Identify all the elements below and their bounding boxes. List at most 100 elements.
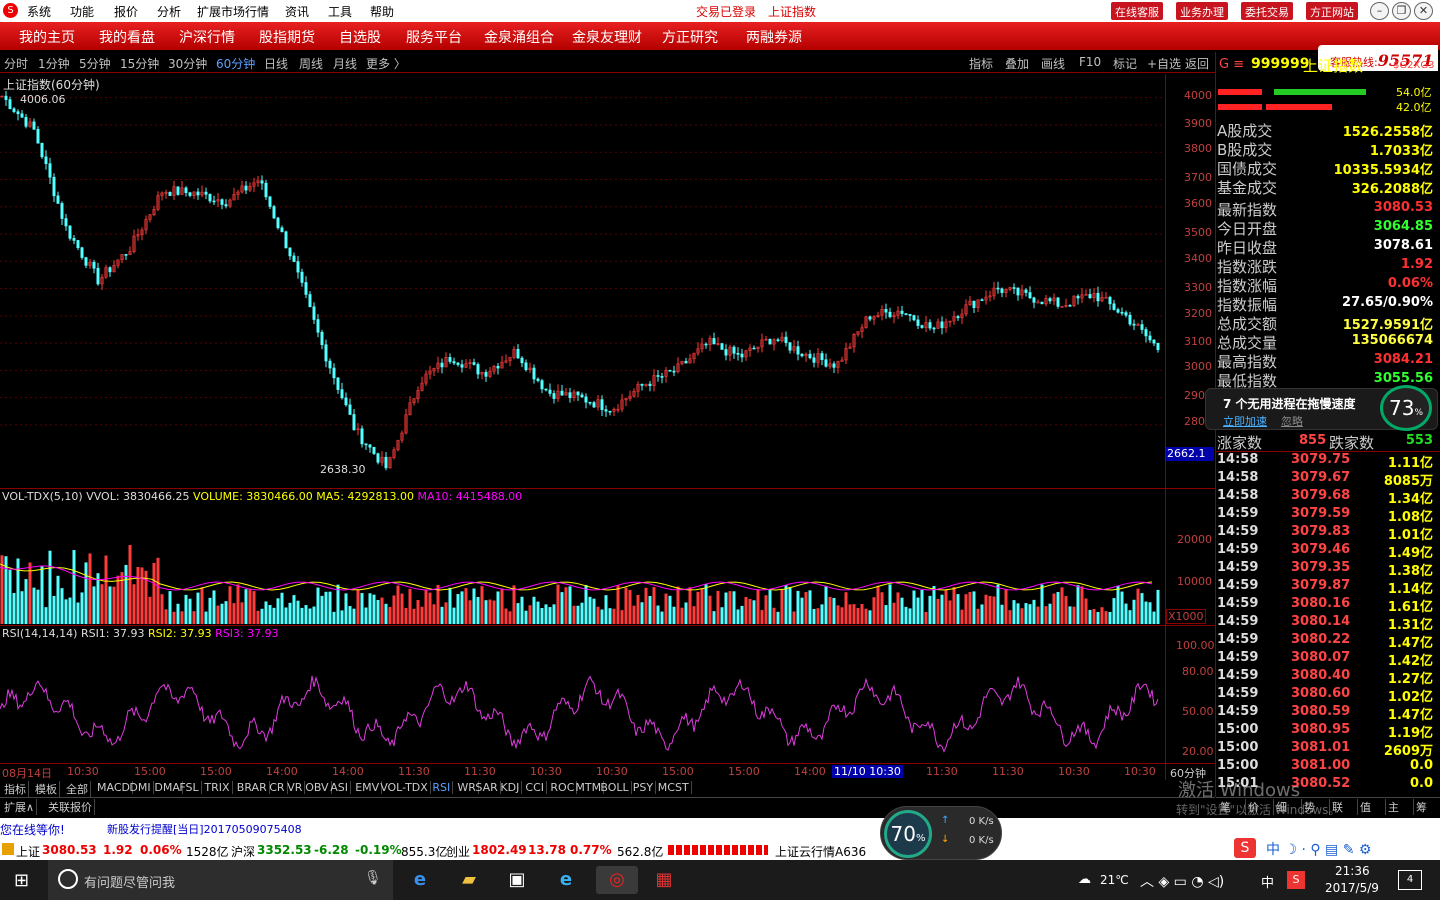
tool-overlay[interactable]: 叠加 bbox=[1005, 55, 1029, 72]
nav-service[interactable]: 服务平台 bbox=[406, 27, 462, 47]
extend-tab[interactable]: 扩展∧ bbox=[2, 799, 38, 815]
nav-self-select[interactable]: 自选股 bbox=[339, 27, 381, 47]
nav-portfolio[interactable]: 金泉涌组合 bbox=[484, 27, 554, 47]
file-explorer-icon[interactable]: ▰ bbox=[455, 866, 483, 894]
net-meter[interactable]: 70% ↑ 0 K/s ↓ 0 K/s bbox=[880, 806, 1002, 860]
menu-system[interactable]: 系统 bbox=[27, 3, 51, 20]
online-service-button[interactable]: 在线客服 bbox=[1111, 2, 1163, 20]
tool-mark[interactable]: 标记 bbox=[1113, 55, 1137, 72]
side-tab[interactable]: 值 bbox=[1358, 799, 1386, 815]
indicator-tab-trix[interactable]: TRIX bbox=[202, 781, 233, 794]
side-tab[interactable]: 筹 bbox=[1414, 799, 1440, 815]
indicator-tab-asi[interactable]: ASI bbox=[328, 781, 351, 794]
indicator-tab-全部[interactable]: 全部 bbox=[64, 781, 91, 797]
indicator-tab-kdj[interactable]: KDJ bbox=[498, 781, 523, 794]
indicator-tab-psy[interactable]: PSY bbox=[631, 781, 657, 794]
notification-icon[interactable]: 4 bbox=[1398, 870, 1422, 890]
website-button[interactable]: 方正网站 bbox=[1306, 2, 1358, 20]
candle-body bbox=[996, 287, 1000, 290]
close-icon[interactable]: ✕ bbox=[1414, 2, 1433, 20]
bar-d bbox=[1266, 104, 1332, 110]
clock-date[interactable]: 2017/5/9 bbox=[1325, 881, 1379, 895]
indicator-tab-boll[interactable]: BOLL bbox=[598, 781, 632, 794]
indicator-tab-sar[interactable]: SAR bbox=[473, 781, 501, 794]
volume-bar bbox=[128, 545, 132, 624]
nav-finance[interactable]: 金泉友理财 bbox=[572, 27, 642, 47]
menu-info[interactable]: 资讯 bbox=[285, 3, 309, 20]
nav-futures[interactable]: 股指期货 bbox=[259, 27, 315, 47]
indicator-tab-模板[interactable]: 模板 bbox=[33, 781, 60, 797]
candle-body bbox=[20, 113, 24, 118]
tick-row: 15:00 3081.00 0.0 bbox=[1217, 758, 1437, 776]
ime-toolbar[interactable]: S 中 ☽ · ⚲ ▤ ✎ ⚙ bbox=[1232, 838, 1440, 860]
indicator-tab-fsl[interactable]: FSL bbox=[177, 781, 202, 794]
clock-time[interactable]: 21:36 bbox=[1335, 864, 1370, 878]
indicator-tab-vol-tdx[interactable]: VOL-TDX bbox=[378, 781, 431, 794]
indicator-tab-rsi[interactable]: RSI bbox=[430, 781, 454, 794]
period-60min[interactable]: 60分钟 bbox=[216, 55, 255, 72]
indicator-tab-dmi[interactable]: DMI bbox=[127, 781, 154, 794]
menu-help[interactable]: 帮助 bbox=[370, 3, 394, 20]
edge-icon[interactable]: e bbox=[406, 866, 434, 894]
period-timeshare[interactable]: 分时 bbox=[4, 55, 28, 72]
popup-gauge[interactable]: 73% bbox=[1380, 385, 1432, 431]
menu-extended-market[interactable]: 扩展市场行情 bbox=[197, 3, 269, 20]
candle-body bbox=[1104, 296, 1108, 299]
menu-function[interactable]: 功能 bbox=[70, 3, 94, 20]
indicator-tab-指标[interactable]: 指标 bbox=[2, 781, 29, 797]
tool-add-self[interactable]: +自选 bbox=[1147, 55, 1181, 72]
tool-indicator[interactable]: 指标 bbox=[969, 55, 993, 72]
restore-icon[interactable]: ❐ bbox=[1392, 2, 1411, 20]
indicator-tab-mcst[interactable]: MCST bbox=[656, 781, 692, 794]
trade-button[interactable]: 委托交易 bbox=[1241, 2, 1293, 20]
ime-indicator[interactable]: 中 bbox=[1261, 872, 1274, 891]
business-button[interactable]: 业务办理 bbox=[1176, 2, 1228, 20]
price-chart[interactable] bbox=[0, 74, 1165, 764]
minimize-icon[interactable]: – bbox=[1370, 2, 1389, 20]
period-1min[interactable]: 1分钟 bbox=[38, 55, 70, 72]
menu-quote[interactable]: 报价 bbox=[114, 3, 138, 20]
nav-research[interactable]: 方正研究 bbox=[662, 27, 718, 47]
nav-margin[interactable]: 两融券源 bbox=[746, 27, 802, 47]
period-day[interactable]: 日线 bbox=[264, 55, 288, 72]
indicator-tab-brar[interactable]: BRAR bbox=[235, 781, 270, 794]
windows-start-icon[interactable]: ⊞ bbox=[14, 870, 29, 891]
menu-analysis[interactable]: 分析 bbox=[157, 3, 181, 20]
period-15min[interactable]: 15分钟 bbox=[120, 55, 159, 72]
weather-temp[interactable]: 21℃ bbox=[1100, 873, 1129, 887]
period-month[interactable]: 月线 bbox=[333, 55, 357, 72]
period-30min[interactable]: 30分钟 bbox=[168, 55, 207, 72]
nav-home[interactable]: 我的主页 bbox=[19, 27, 75, 47]
volume-bar bbox=[692, 606, 696, 624]
side-tab[interactable]: 主 bbox=[1386, 799, 1414, 815]
cortana-search[interactable]: 有问题尽管问我 🎙 bbox=[48, 860, 393, 900]
period-week[interactable]: 周线 bbox=[299, 55, 323, 72]
sogou-tray-icon[interactable]: S bbox=[1287, 871, 1305, 889]
period-5min[interactable]: 5分钟 bbox=[79, 55, 111, 72]
tick-price: 3080.14 bbox=[1291, 614, 1351, 629]
menu-tools[interactable]: 工具 bbox=[328, 3, 352, 20]
related-quote-tab[interactable]: 关联报价 bbox=[46, 799, 95, 815]
tool-f10[interactable]: F10 bbox=[1079, 55, 1101, 69]
period-more[interactable]: 更多 〉 bbox=[366, 55, 406, 72]
trading-app-icon[interactable]: ◎ bbox=[596, 866, 638, 894]
tool-back[interactable]: 返回 bbox=[1185, 55, 1209, 72]
volume-bar bbox=[764, 595, 768, 624]
weather-icon[interactable]: ☁ bbox=[1078, 872, 1091, 887]
tray-icons[interactable]: ︿ ◈ ▭ ◔ ◁) bbox=[1140, 871, 1224, 891]
candle-body bbox=[1040, 301, 1044, 305]
ipo-notice[interactable]: 新股发行提醒[当日]20170509075408 bbox=[107, 821, 302, 837]
tool-draw[interactable]: 画线 bbox=[1041, 55, 1065, 72]
nav-watch[interactable]: 我的看盘 bbox=[99, 27, 155, 47]
popup-accelerate-link[interactable]: 立即加速 bbox=[1223, 413, 1267, 429]
indicator-tab-cci[interactable]: CCI bbox=[523, 781, 547, 794]
mic-icon[interactable]: 🎙 bbox=[364, 870, 382, 886]
cloud-quote[interactable]: 上证云行情A636 bbox=[775, 843, 866, 860]
nav-hs-market[interactable]: 沪深行情 bbox=[179, 27, 235, 47]
net-gauge: 70% bbox=[884, 810, 932, 858]
ie-icon[interactable]: e bbox=[552, 866, 580, 894]
store-icon[interactable]: ▣ bbox=[503, 866, 531, 894]
popup-ignore-link[interactable]: 忽略 bbox=[1281, 413, 1303, 429]
gift-app-icon[interactable]: ▦ bbox=[650, 866, 678, 894]
tick-row: 14:59 3079.46 1.49亿 bbox=[1217, 542, 1437, 561]
